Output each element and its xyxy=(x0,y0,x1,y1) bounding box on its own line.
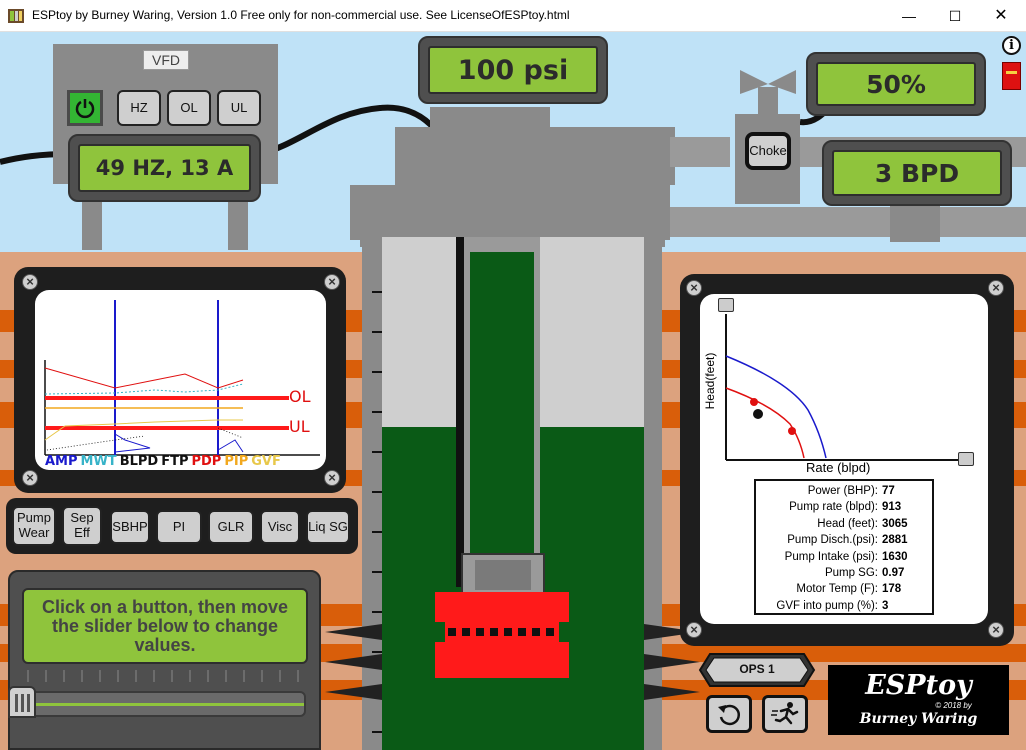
pump-wear-button[interactable]: Pump Wear xyxy=(12,506,56,546)
legend-blpd: BLPD xyxy=(119,454,159,469)
metric-row: Pump Disch.(psi): 2881 xyxy=(756,532,932,548)
tubing-pressure-display: 100 psi xyxy=(418,36,608,104)
screw-icon: × xyxy=(324,470,340,486)
metric-row: Head (feet): 3065 xyxy=(756,516,932,532)
visc-button[interactable]: Visc xyxy=(260,510,300,544)
run-button[interactable] xyxy=(762,695,808,733)
metric-label: Pump Intake (psi): xyxy=(784,550,878,563)
screw-icon: × xyxy=(22,470,38,486)
metric-value: 913 xyxy=(882,501,902,514)
trend-legend: AMP MWT BLPD FTP PDP PIP GVF xyxy=(45,454,281,469)
metric-row: Power (BHP): 77 xyxy=(756,483,932,499)
vfd-display: 49 HZ, 13 A xyxy=(68,134,261,202)
metric-row: Pump Intake (psi): 1630 xyxy=(756,549,932,565)
trend-chart: OL UL AMP MWT BLPD FTP PDP PIP GVF xyxy=(35,290,326,470)
sep-eff-button[interactable]: Sep Eff xyxy=(62,506,102,546)
close-button[interactable]: ✕ xyxy=(978,0,1024,32)
legend-amp: AMP xyxy=(45,454,78,469)
metric-row: Pump rate (blpd): 913 xyxy=(756,499,932,515)
running-person-icon xyxy=(771,702,799,725)
metric-value: 178 xyxy=(882,583,902,596)
metric-value: 77 xyxy=(882,485,895,497)
choke-percent-display: 50% xyxy=(806,52,986,116)
metrics-table: Power (BHP): 77 Pump rate (blpd): 913 Head… xyxy=(754,479,934,615)
y-axis-handle[interactable] xyxy=(718,298,734,312)
screw-icon: × xyxy=(22,274,38,290)
choke-percent-readout: 50% xyxy=(816,62,976,106)
curve-point xyxy=(788,427,796,435)
reset-button[interactable] xyxy=(706,695,752,733)
slider-scale xyxy=(27,670,299,682)
metric-label: Pump Disch.(psi): xyxy=(787,534,878,547)
pressure-readout: 100 psi xyxy=(428,46,598,94)
glr-button[interactable]: GLR xyxy=(208,510,254,544)
instruction-text: Click on a button, then move the slider … xyxy=(41,596,288,655)
metric-label: Power (BHP): xyxy=(807,485,878,497)
title-bar: ESPtoy by Burney Waring, Version 1.0 Fre… xyxy=(0,0,1026,32)
power-button[interactable] xyxy=(67,90,103,126)
metric-value: 0.97 xyxy=(882,566,905,579)
vfd-readout: 49 HZ, 13 A xyxy=(78,144,251,192)
undo-icon xyxy=(718,704,741,726)
vfd-hz-button[interactable]: HZ xyxy=(117,90,161,126)
ops-label: OPS 1 xyxy=(739,662,775,676)
choke-button[interactable]: Choke xyxy=(745,132,791,170)
window-title: ESPtoy by Burney Waring, Version 1.0 Fre… xyxy=(32,8,570,22)
screw-icon: × xyxy=(988,622,1004,638)
ol-line-label: OL xyxy=(289,387,311,406)
logo-title: ESPtoy xyxy=(865,670,972,701)
vfd-ul-button[interactable]: UL xyxy=(217,90,261,126)
minimize-button[interactable]: — xyxy=(886,0,932,32)
legend-gvf: GVF xyxy=(251,454,281,469)
pump-curve-xlabel: Rate (blpd) xyxy=(806,460,871,475)
esptoy-logo: ESPtoy © 2018 by Burney Waring xyxy=(828,665,1009,735)
legend-mwt: MWT xyxy=(80,454,117,469)
metric-row: Pump SG: 0.97 xyxy=(756,565,932,581)
vfd-ol-button[interactable]: OL xyxy=(167,90,211,126)
trend-plot xyxy=(44,300,320,456)
flow-rate-readout: 3 BPD xyxy=(832,150,1002,196)
legend-pdp: PDP xyxy=(191,454,222,469)
screw-icon: × xyxy=(686,622,702,638)
pump-curve-ylabel: Head(feet) xyxy=(703,352,717,410)
pi-button[interactable]: PI xyxy=(156,510,202,544)
metric-label: Pump SG: xyxy=(824,566,878,579)
ul-line-label: UL xyxy=(289,417,310,436)
screw-icon: × xyxy=(988,280,1004,296)
metric-value: 2881 xyxy=(882,534,908,547)
logo-copyright: © 2018 by xyxy=(935,701,972,710)
slider-fill xyxy=(32,703,304,706)
well-scene: VFD HZ OL UL 49 HZ, 13 A 100 psi Choke 5… xyxy=(0,32,1026,750)
message-display: Click on a button, then move the slider … xyxy=(22,588,308,664)
metric-value: 3065 xyxy=(882,517,908,530)
flow-rate-display: 3 BPD xyxy=(822,140,1012,206)
maximize-button[interactable]: ☐ xyxy=(932,0,978,32)
operating-point xyxy=(753,409,763,419)
liq-sg-button[interactable]: Liq SG xyxy=(306,510,350,544)
vfd-label: VFD xyxy=(143,50,189,70)
metric-label: Motor Temp (F): xyxy=(796,583,878,596)
license-book-icon[interactable] xyxy=(1002,62,1021,90)
legend-ftp: FTP xyxy=(161,454,189,469)
logo-author: Burney Waring xyxy=(859,711,978,727)
metric-label: Pump rate (blpd): xyxy=(789,501,878,514)
app-icon xyxy=(8,9,24,23)
info-icon[interactable]: i xyxy=(1002,36,1021,55)
value-slider-track[interactable] xyxy=(14,691,306,717)
metric-row: Motor Temp (F): 178 xyxy=(756,581,932,597)
metric-row: GVF into pump (%): 3 xyxy=(756,598,932,614)
x-axis-handle[interactable] xyxy=(958,452,974,466)
metric-value: 3 xyxy=(882,599,889,612)
slider-thumb[interactable] xyxy=(8,686,36,718)
screw-icon: × xyxy=(324,274,340,290)
metric-label: Head (feet): xyxy=(817,517,878,530)
sbhp-button[interactable]: SBHP xyxy=(110,510,150,544)
curve-point xyxy=(750,398,758,406)
power-icon xyxy=(75,99,95,119)
legend-pip: PIP xyxy=(224,454,249,469)
metric-value: 1630 xyxy=(882,550,908,563)
metric-label: GVF into pump (%): xyxy=(776,599,878,612)
